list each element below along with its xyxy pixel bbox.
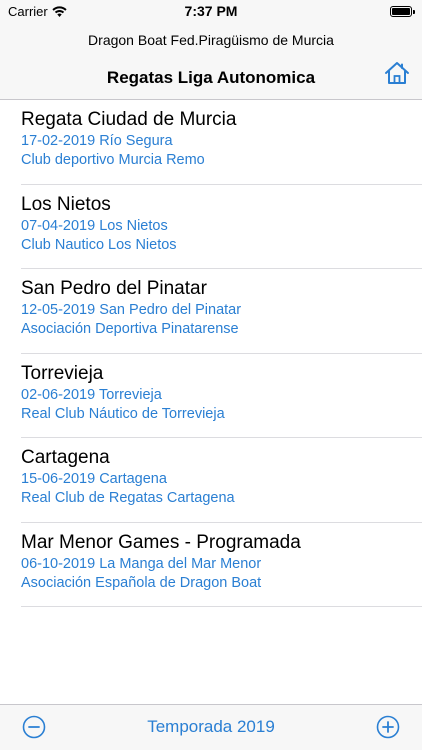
regatta-organizer: Club deportivo Murcia Remo <box>21 152 205 168</box>
list-item[interactable]: Los Nietos 07-04-2019 Los Nietos Club Na… <box>0 185 422 270</box>
regatta-list: Regata Ciudad de Murcia 17-02-2019 Río S… <box>0 100 422 607</box>
list-item[interactable]: San Pedro del Pinatar 12-05-2019 San Ped… <box>0 269 422 354</box>
regatta-organizer: Real Club Náutico de Torrevieja <box>21 405 225 422</box>
list-item[interactable]: Torrevieja 02-06-2019 Torrevieja Real Cl… <box>0 354 422 439</box>
regatta-name: Los Nietos <box>21 193 111 215</box>
status-bar: Carrier 7:37 PM <box>0 0 422 24</box>
regatta-date-location: 06-10-2019 La Manga del Mar Menor <box>21 555 262 572</box>
regatta-date-location: 12-05-2019 San Pedro del Pinatar <box>21 302 242 318</box>
page-title: Regatas Liga Autonomica <box>106 68 316 87</box>
regatta-name: Cartagena <box>21 447 110 468</box>
regatta-name: San Pedro del Pinatar <box>21 278 207 299</box>
regatta-date-location: 17-02-2019 Río Segura <box>21 133 173 149</box>
regatta-name: Torrevieja <box>21 362 104 384</box>
regatta-date-location: 15-06-2019 Cartagena <box>21 471 167 487</box>
regatta-name: Regata Ciudad de Murcia <box>21 109 237 130</box>
battery-level <box>392 8 410 15</box>
plus-circle-icon <box>376 715 400 743</box>
clock: 7:37 PM <box>184 3 238 19</box>
nav-header: Dragon Boat Fed.Piragüismo de Murcia Reg… <box>0 24 422 100</box>
bottom-toolbar: Temporada 2019 <box>0 704 422 750</box>
regatta-date-location: 02-06-2019 Torrevieja <box>21 386 162 403</box>
app-subtitle: Dragon Boat Fed.Piragüismo de Murcia <box>88 32 334 48</box>
regatta-organizer: Club Nautico Los Nietos <box>21 236 177 253</box>
next-season-button[interactable] <box>376 715 400 739</box>
list-item[interactable]: Cartagena 15-06-2019 Cartagena Real Club… <box>0 438 422 523</box>
regatta-organizer: Asociación Española de Dragon Boat <box>21 574 262 591</box>
list-item[interactable]: Mar Menor Games - Programada 06-10-2019 … <box>0 523 422 608</box>
home-button[interactable] <box>382 60 412 90</box>
regatta-organizer: Real Club de Regatas Cartagena <box>21 490 235 506</box>
regatta-organizer: Asociación Deportiva Pinatarense <box>21 321 239 337</box>
list-item[interactable]: Regata Ciudad de Murcia 17-02-2019 Río S… <box>0 100 422 185</box>
screen: Carrier 7:37 PM Dragon Boat Fed.Piragüis… <box>0 0 422 750</box>
battery-icon <box>390 6 415 17</box>
regatta-date-location: 07-04-2019 Los Nietos <box>21 217 168 234</box>
home-icon <box>384 61 410 90</box>
season-selector[interactable]: Temporada 2019 <box>0 717 422 737</box>
regatta-name: Mar Menor Games - Programada <box>21 531 301 553</box>
